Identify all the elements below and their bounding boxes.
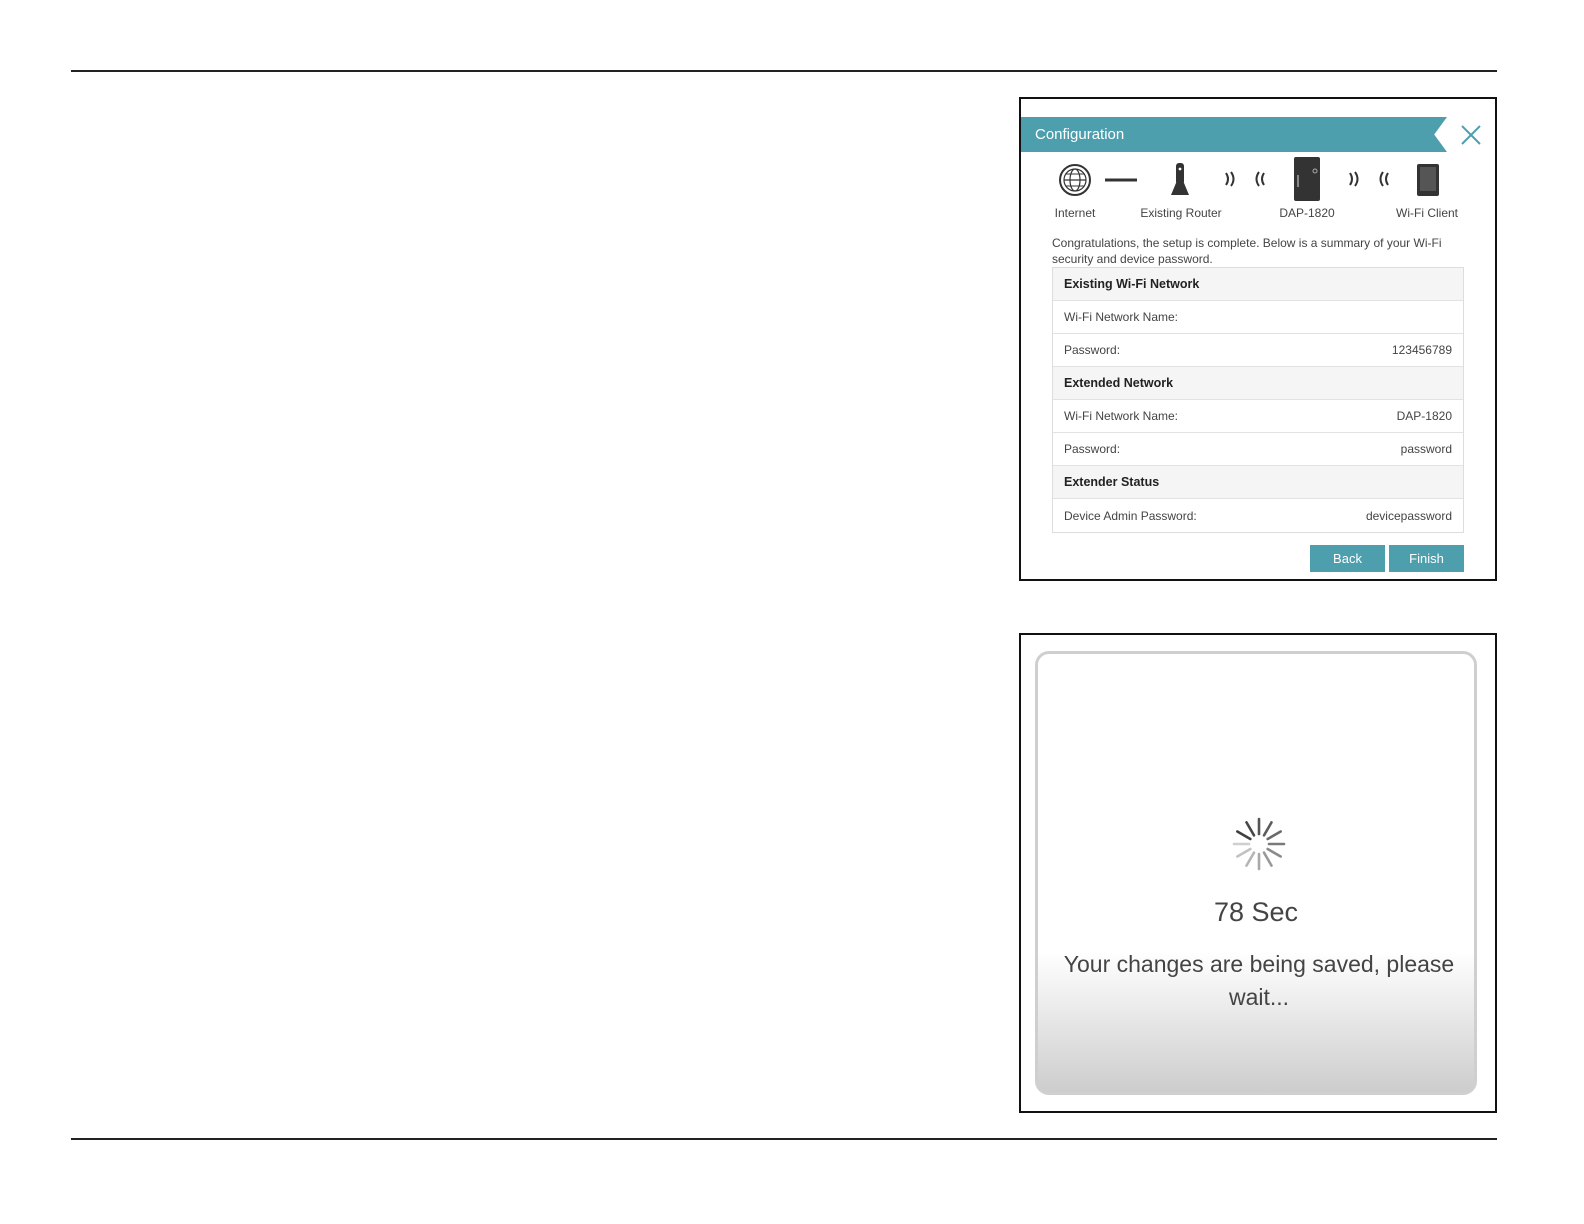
globe-icon: [1059, 164, 1091, 196]
configuration-dialog: Configuration Internet Existing Router D…: [1019, 97, 1497, 581]
row-label: Wi-Fi Network Name:: [1064, 310, 1179, 324]
top-rule: [71, 70, 1497, 72]
row-label: Password:: [1064, 343, 1121, 357]
saving-message: Your changes are being saved, please wai…: [1063, 951, 1455, 1010]
saving-dialog: 78 Sec Your changes are being saved, ple…: [1019, 633, 1497, 1113]
network-topology: Internet Existing Router DAP-1820 Wi-Fi …: [1021, 155, 1495, 225]
back-button[interactable]: Back: [1310, 545, 1385, 572]
table-row: Password: 123456789: [1053, 334, 1463, 367]
section-heading-existing-network: Existing Wi-Fi Network: [1053, 268, 1463, 301]
router-icon: [1171, 163, 1189, 195]
table-row: Password: password: [1053, 433, 1463, 466]
row-label: Device Admin Password:: [1064, 508, 1197, 523]
wireless-link-icon: [1225, 171, 1265, 187]
row-value: devicepassword: [1365, 508, 1452, 523]
table-row: Device Admin Password: devicepassword: [1053, 499, 1463, 532]
topology-label-client: Wi-Fi Client: [1396, 206, 1458, 220]
row-value: password: [1400, 442, 1452, 456]
row-label: Password:: [1064, 442, 1121, 456]
setup-complete-message: Congratulations, the setup is complete. …: [1052, 236, 1442, 266]
bottom-rule: [71, 1138, 1497, 1140]
dialog-header: Configuration: [1021, 117, 1447, 152]
loading-spinner-icon: [1232, 817, 1286, 871]
topology-label-router: Existing Router: [1140, 206, 1222, 220]
tablet-icon: [1417, 164, 1439, 196]
topology-label-internet: Internet: [1054, 206, 1096, 220]
section-heading-extender-status: Extender Status: [1053, 466, 1463, 499]
row-label: Wi-Fi Network Name:: [1064, 409, 1179, 423]
section-heading-extended-network: Extended Network: [1053, 367, 1463, 400]
saving-box: 78 Sec Your changes are being saved, ple…: [1035, 651, 1477, 1095]
dialog-title: Configuration: [1035, 126, 1125, 143]
row-value: DAP-1820: [1396, 409, 1452, 423]
finish-button[interactable]: Finish: [1389, 545, 1464, 572]
summary-table: Existing Wi-Fi Network Wi-Fi Network Nam…: [1052, 267, 1464, 533]
table-row: Wi-Fi Network Name: DAP-1820: [1053, 400, 1463, 433]
wireless-link-icon: [1349, 171, 1389, 187]
topology-label-extender: DAP-1820: [1279, 206, 1335, 220]
countdown-timer: 78 Sec: [1213, 897, 1299, 927]
wired-link-icon: [1105, 178, 1137, 182]
extender-icon: [1294, 157, 1320, 201]
close-icon[interactable]: [1457, 121, 1485, 149]
row-value: 123456789: [1391, 343, 1452, 357]
table-row: Wi-Fi Network Name:: [1053, 301, 1463, 334]
